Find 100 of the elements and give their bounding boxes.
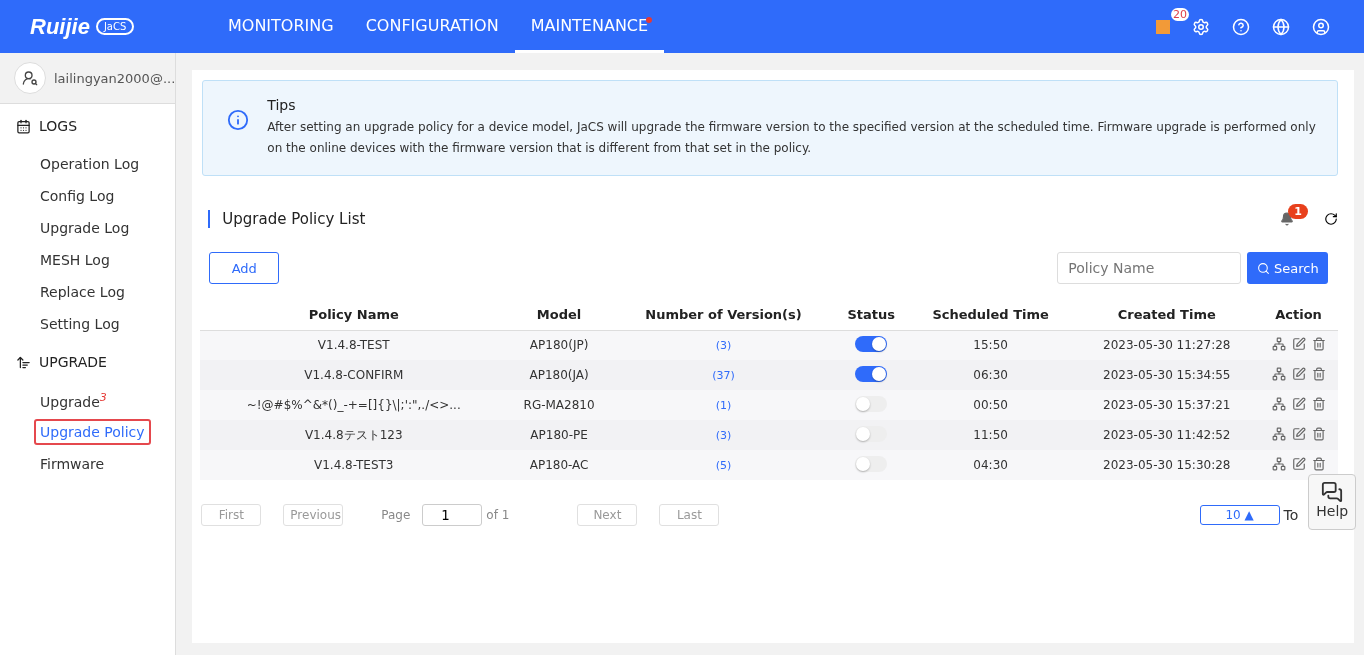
network-icon[interactable]: [1271, 396, 1286, 411]
user-icon: [22, 70, 38, 86]
table-cell: V1.4.8-TEST3: [200, 450, 508, 480]
column-header: Number of Version(s): [611, 300, 837, 330]
search-button[interactable]: Search: [1247, 252, 1329, 284]
table-cell: 11:50: [906, 420, 1075, 450]
menu-item[interactable]: Upgrade$^{3}$: [34, 385, 113, 415]
product-logo: JaCS: [95, 18, 135, 35]
add-button[interactable]: Add: [209, 252, 280, 284]
nav-tab[interactable]: MONITORING: [212, 0, 350, 53]
menu-item[interactable]: MESH Log: [34, 247, 116, 273]
edit-icon[interactable]: [1291, 426, 1306, 441]
status-toggle[interactable]: [855, 336, 888, 353]
version-link[interactable]: (37): [712, 369, 735, 382]
menu-group-label[interactable]: UPGRADE: [39, 354, 107, 370]
nav-tab[interactable]: MAINTENANCE: [514, 0, 665, 53]
calendar-icon: [16, 118, 31, 134]
delete-icon[interactable]: [1311, 426, 1326, 441]
info-icon: [227, 109, 250, 131]
column-header: Status: [836, 300, 907, 330]
delete-icon[interactable]: [1311, 396, 1326, 411]
chat-icon: [1321, 481, 1344, 503]
column-header: Action: [1258, 300, 1339, 330]
table-cell: RG-MA2810: [507, 390, 611, 420]
edit-icon[interactable]: [1291, 456, 1306, 471]
menu-item[interactable]: Config Log: [34, 183, 121, 209]
table-cell: 2023-05-30 11:27:28: [1074, 330, 1259, 360]
table-cell: 15:50: [906, 330, 1075, 360]
bell-icon[interactable]: [1280, 212, 1295, 226]
avatar[interactable]: [14, 62, 46, 94]
column-header: Created Time: [1074, 300, 1259, 330]
table-cell: 06:30: [906, 360, 1075, 390]
table-cell: 2023-05-30 15:34:55: [1074, 360, 1259, 390]
version-link[interactable]: (1): [715, 399, 732, 412]
version-link[interactable]: (3): [715, 339, 732, 353]
network-icon[interactable]: [1271, 456, 1286, 471]
tips-text: After setting an upgrade policy for a device model, JaCS will upgrade the firmware version to the specified version at the scheduled time. Firmware upgrade is performed only on the online devices with the firmware version that is different from that set in the policy.: [267, 119, 1317, 157]
menu-item[interactable]: Setting Log: [34, 311, 126, 337]
status-toggle[interactable]: [855, 366, 888, 382]
brand-logo: Ruijie: [30, 13, 90, 40]
notification-badge: 1: [1288, 204, 1308, 219]
status-toggle[interactable]: [855, 426, 888, 442]
table-cell: 2023-05-30 15:37:21: [1074, 390, 1259, 420]
table-cell: AP180(JP): [507, 330, 611, 360]
table-cell: ~!@#$%^&*()_-+=[]{}\|;':",./<>...: [200, 390, 508, 420]
delete-icon[interactable]: [1311, 366, 1326, 381]
version-link[interactable]: (3): [715, 429, 732, 442]
table-cell: V1.4.8-CONFIRM: [200, 360, 508, 390]
next-button[interactable]: Next: [577, 504, 638, 526]
menu-item[interactable]: Firmware: [34, 451, 111, 477]
help-button[interactable]: Help: [1308, 474, 1357, 530]
status-toggle[interactable]: [855, 396, 888, 412]
page-label: Page: [381, 508, 411, 522]
search-field[interactable]: Policy Name: [1057, 252, 1242, 284]
refresh-icon[interactable]: [1324, 212, 1339, 226]
status-toggle[interactable]: [855, 456, 888, 472]
edit-icon[interactable]: [1291, 336, 1306, 351]
table-cell: V1.4.8テスト123: [200, 420, 508, 450]
version-link[interactable]: (5): [715, 459, 732, 472]
delete-icon[interactable]: [1311, 456, 1326, 471]
menu-item[interactable]: Upgrade Log: [34, 215, 136, 241]
table-cell: 04:30: [906, 450, 1075, 480]
search-icon: [1256, 261, 1270, 275]
delete-icon[interactable]: [1311, 336, 1326, 351]
upgrade-icon: [16, 354, 31, 370]
tips-title: Tips: [267, 97, 297, 113]
menu-group-label[interactable]: LOGS: [39, 118, 78, 134]
nav-tab[interactable]: CONFIGURATION: [349, 0, 515, 53]
page-field[interactable]: 1: [422, 504, 483, 526]
user-icon[interactable]: [1312, 17, 1330, 36]
edit-icon[interactable]: [1291, 366, 1306, 381]
last-button[interactable]: Last: [659, 504, 720, 526]
table-cell: AP180-AC: [507, 450, 611, 480]
table-cell: V1.4.8-TEST: [200, 330, 508, 360]
alert-count: 20: [1171, 7, 1189, 21]
first-button[interactable]: First: [201, 504, 262, 526]
network-icon[interactable]: [1271, 336, 1286, 351]
user-name: lailingyan2000@...: [54, 70, 176, 86]
page-total: of 1: [486, 508, 510, 522]
menu-item[interactable]: Replace Log: [34, 279, 131, 305]
network-icon[interactable]: [1271, 426, 1286, 441]
section-title: Upgrade Policy List: [208, 210, 1281, 228]
globe-icon[interactable]: [1272, 17, 1290, 36]
settings-icon[interactable]: [1192, 17, 1210, 36]
network-icon[interactable]: [1271, 366, 1286, 381]
menu-item[interactable]: Operation Log: [34, 151, 146, 177]
column-header: Scheduled Time: [906, 300, 1075, 330]
table-cell: AP180(JA): [507, 360, 611, 390]
table-cell: AP180-PE: [507, 420, 611, 450]
table-cell: 2023-05-30 11:42:52: [1074, 420, 1259, 450]
help-icon[interactable]: [1232, 17, 1250, 36]
menu-item[interactable]: Upgrade Policy: [34, 419, 151, 445]
table-cell: 2023-05-30 15:30:28: [1074, 450, 1259, 480]
column-header: Model: [507, 300, 611, 330]
column-header: Policy Name: [200, 300, 508, 330]
total-label: To: [1283, 507, 1299, 523]
previous-button[interactable]: Previous: [283, 504, 344, 526]
edit-icon[interactable]: [1291, 396, 1306, 411]
table-cell: 00:50: [906, 390, 1075, 420]
page-size-select[interactable]: 10 ▲: [1199, 505, 1280, 525]
